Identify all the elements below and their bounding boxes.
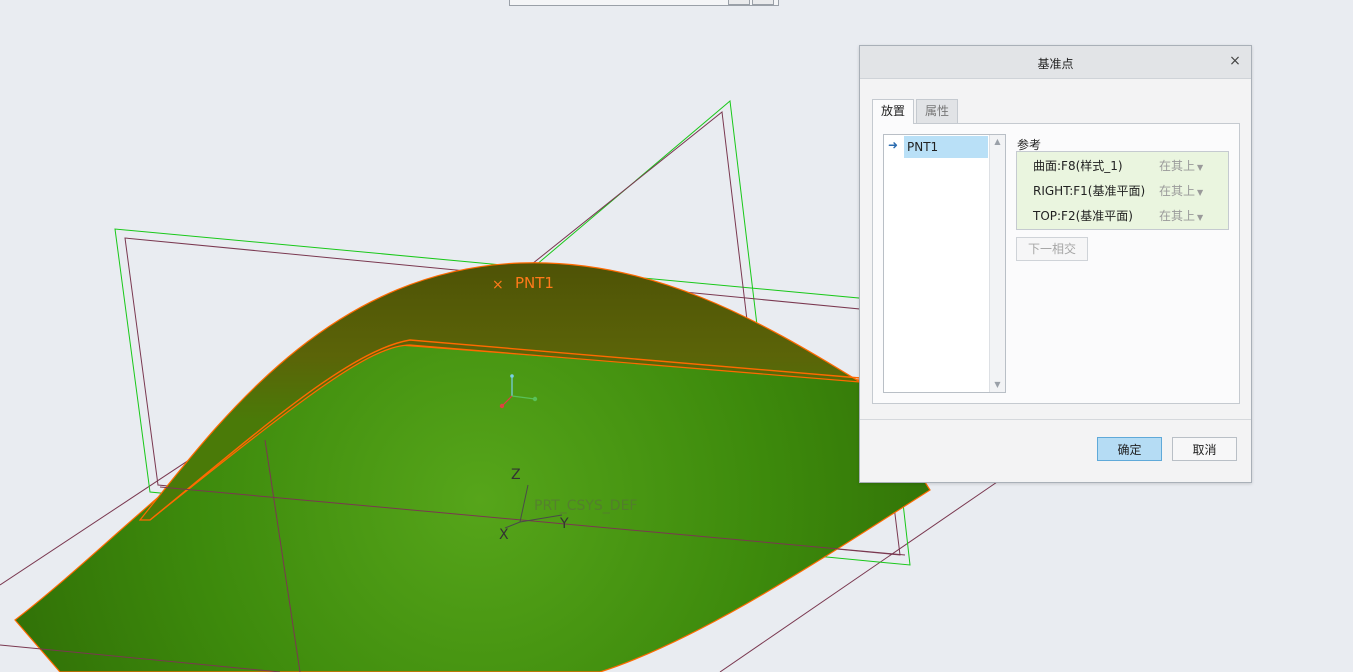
axis-z-label: Z bbox=[511, 467, 521, 483]
reference-name: 曲面:F8(样式_1) bbox=[1033, 159, 1123, 173]
axis-y-label: Y bbox=[559, 516, 569, 532]
chevron-down-icon: ▼ bbox=[1197, 163, 1204, 172]
ok-button[interactable]: 确定 bbox=[1097, 437, 1162, 461]
reference-row[interactable]: TOP:F2(基准平面) 在其上 ▼ bbox=[1017, 202, 1228, 226]
scroll-up-icon[interactable]: ▲ bbox=[990, 135, 1005, 149]
point-list[interactable]: ➜ PNT1 ▲ ▼ bbox=[883, 134, 1006, 393]
placement-panel: ➜ PNT1 ▲ ▼ 参考 曲面:F8(样式_1) 在其上 ▼ RIGHT:F1(… bbox=[872, 123, 1240, 404]
reference-row[interactable]: 曲面:F8(样式_1) 在其上 ▼ bbox=[1017, 152, 1228, 176]
datum-point-marker[interactable]: × bbox=[492, 277, 504, 293]
csys-label: PRT_CSYS_DEF bbox=[534, 498, 637, 514]
axis-x-label: X bbox=[499, 527, 509, 543]
close-button[interactable]: × bbox=[1227, 53, 1243, 69]
toolbar-stub-button bbox=[728, 0, 750, 5]
cancel-button[interactable]: 取消 bbox=[1172, 437, 1237, 461]
reference-constraint-dropdown[interactable]: 在其上 ▼ bbox=[1159, 182, 1203, 199]
tab-properties[interactable]: 属性 bbox=[916, 99, 959, 123]
close-icon: × bbox=[1229, 53, 1241, 69]
list-scrollbar[interactable]: ▲ ▼ bbox=[989, 135, 1005, 392]
reference-row[interactable]: RIGHT:F1(基准平面) 在其上 ▼ bbox=[1017, 177, 1228, 201]
top-toolbar-fragment bbox=[509, 0, 779, 6]
reference-name: RIGHT:F1(基准平面) bbox=[1033, 184, 1146, 198]
dialog-titlebar[interactable]: 基准点 × bbox=[860, 46, 1251, 79]
datum-point-label[interactable]: PNT1 bbox=[515, 274, 554, 292]
chevron-down-icon: ▼ bbox=[1197, 213, 1204, 222]
reference-constraint-dropdown[interactable]: 在其上 ▼ bbox=[1159, 207, 1203, 224]
scroll-down-icon[interactable]: ▼ bbox=[990, 378, 1005, 392]
tab-placement[interactable]: 放置 bbox=[872, 99, 915, 124]
reference-constraint-dropdown[interactable]: 在其上 ▼ bbox=[1159, 157, 1203, 174]
chevron-down-icon: ▼ bbox=[1197, 188, 1204, 197]
references-collector[interactable]: 曲面:F8(样式_1) 在其上 ▼ RIGHT:F1(基准平面) 在其上 ▼ TOP… bbox=[1016, 151, 1229, 230]
datum-point-dialog: 基准点 × 放置 属性 ➜ PNT1 ▲ ▼ 参考 曲面:F8(样式_1) 在其… bbox=[859, 45, 1252, 483]
list-item-pnt1[interactable]: PNT1 bbox=[904, 136, 988, 158]
current-item-arrow-icon: ➜ bbox=[888, 138, 899, 152]
footer-divider bbox=[860, 419, 1251, 420]
toolbar-stub-button bbox=[752, 0, 774, 5]
surface-f8[interactable] bbox=[14, 262, 931, 672]
dialog-title: 基准点 bbox=[1037, 57, 1074, 71]
next-intersection-button[interactable]: 下一相交 bbox=[1016, 237, 1088, 261]
reference-name: TOP:F2(基准平面) bbox=[1033, 209, 1133, 223]
